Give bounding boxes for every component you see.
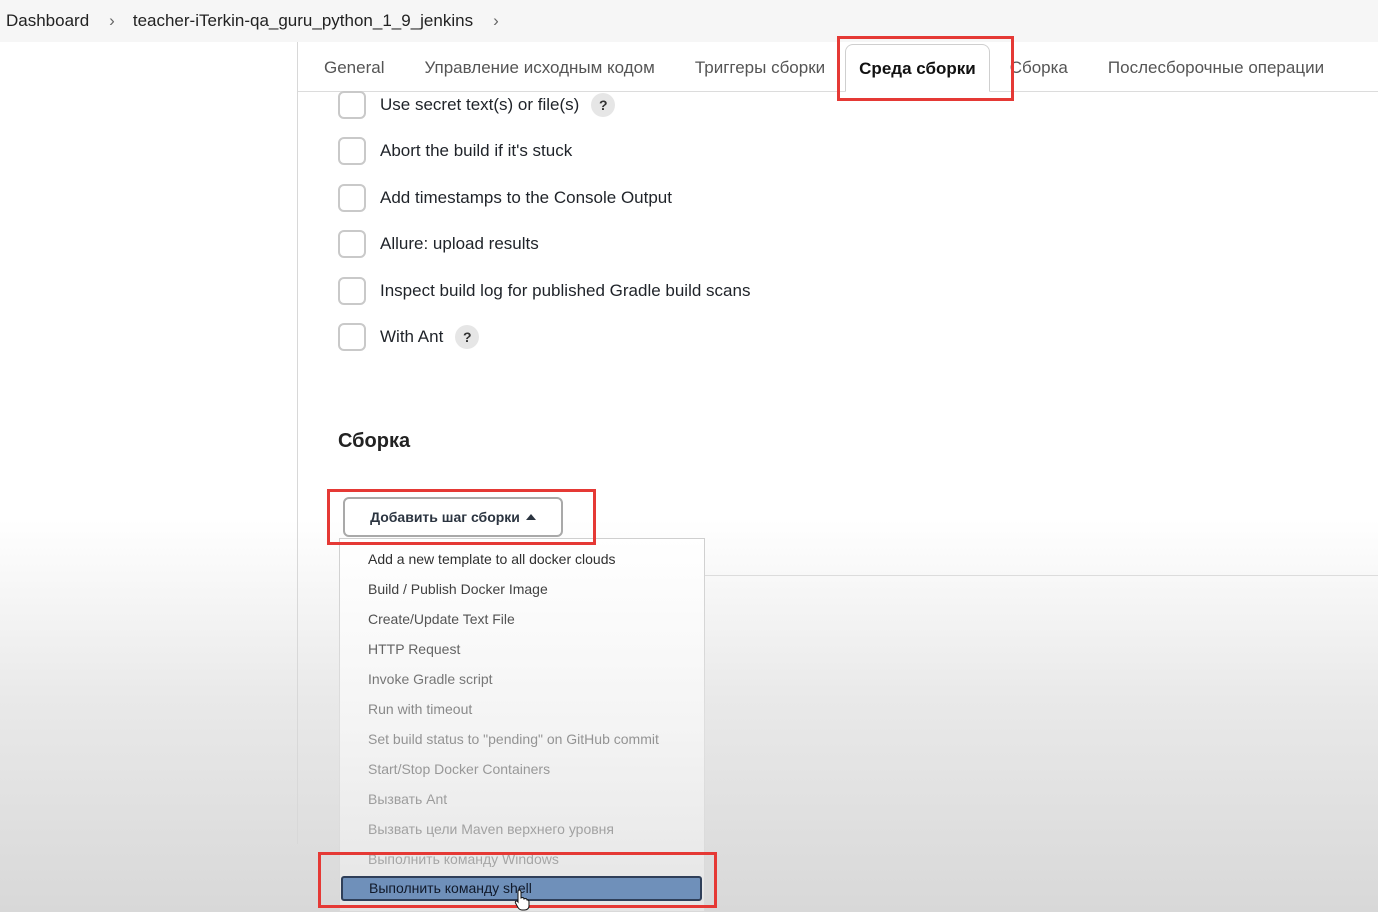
menu-item[interactable]: Вызвать Ant <box>368 791 447 807</box>
menu-item[interactable]: Выполнить команду Windows <box>368 851 559 867</box>
menu-item[interactable]: HTTP Request <box>368 641 460 657</box>
option-gradle-scans: Inspect build log for published Gradle b… <box>338 277 750 305</box>
menu-item[interactable]: Start/Stop Docker Containers <box>368 761 550 777</box>
breadcrumb-job[interactable]: teacher-iTerkin-qa_guru_python_1_9_jenki… <box>133 11 473 31</box>
checkbox-timestamps[interactable] <box>338 184 366 212</box>
option-label: Add timestamps to the Console Output <box>380 188 672 207</box>
add-build-step-label: Добавить шаг сборки <box>370 509 520 525</box>
tab-general[interactable]: General <box>298 58 404 91</box>
option-allure: Allure: upload results <box>338 230 539 258</box>
chevron-right-icon[interactable]: › <box>493 11 499 31</box>
checkbox-allure[interactable] <box>338 230 366 258</box>
caret-up-icon <box>525 514 536 520</box>
tab-scm[interactable]: Управление исходным кодом <box>404 58 674 91</box>
chevron-right-icon: › <box>109 11 115 30</box>
option-label: Use secret text(s) or file(s) <box>380 95 580 114</box>
section-title-build: Сборка <box>338 430 411 452</box>
add-build-step-button[interactable]: Добавить шаг сборки <box>343 497 563 537</box>
option-secret-text: Use secret text(s) or file(s) ? <box>338 91 616 119</box>
help-icon[interactable]: ? <box>455 325 480 349</box>
sidebar-divider <box>297 42 298 844</box>
hand-cursor-icon <box>514 889 530 911</box>
option-label: With Ant <box>380 327 444 346</box>
tab-build-environment[interactable]: Среда сборки <box>845 44 990 92</box>
config-tabs: General Управление исходным кодом Тригге… <box>298 42 1378 92</box>
option-timestamps: Add timestamps to the Console Output <box>338 184 672 212</box>
checkbox-secret-text[interactable] <box>338 91 366 119</box>
option-label: Abort the build if it's stuck <box>380 141 573 160</box>
checkbox-gradle-scans[interactable] <box>338 277 366 305</box>
tab-triggers[interactable]: Триггеры сборки <box>675 58 845 91</box>
checkbox-with-ant[interactable] <box>338 323 366 351</box>
breadcrumb-dashboard[interactable]: Dashboard <box>6 11 89 31</box>
tab-build[interactable]: Сборка <box>990 58 1088 91</box>
breadcrumb: Dashboard › teacher-iTerkin-qa_guru_pyth… <box>0 0 1378 42</box>
build-step-menu: Add a new template to all docker clouds … <box>339 538 705 912</box>
menu-item[interactable]: Вызвать цели Maven верхнего уровня <box>368 821 614 837</box>
help-icon[interactable]: ? <box>591 93 616 117</box>
menu-item[interactable]: Add a new template to all docker clouds <box>368 551 615 567</box>
menu-item[interactable]: Invoke Gradle script <box>368 671 493 687</box>
menu-item[interactable]: Build / Publish Docker Image <box>368 581 548 597</box>
option-label: Allure: upload results <box>380 234 539 253</box>
option-abort-stuck: Abort the build if it's stuck <box>338 137 572 165</box>
option-with-ant: With Ant ? <box>338 323 480 351</box>
section-divider <box>705 575 1378 576</box>
option-label: Inspect build log for published Gradle b… <box>380 281 751 300</box>
menu-item[interactable]: Run with timeout <box>368 701 472 717</box>
menu-item[interactable]: Create/Update Text File <box>368 611 515 627</box>
tab-post-build[interactable]: Послесборочные операции <box>1088 58 1344 91</box>
menu-item[interactable]: Set build status to "pending" on GitHub … <box>368 731 659 747</box>
checkbox-abort-stuck[interactable] <box>338 137 366 165</box>
